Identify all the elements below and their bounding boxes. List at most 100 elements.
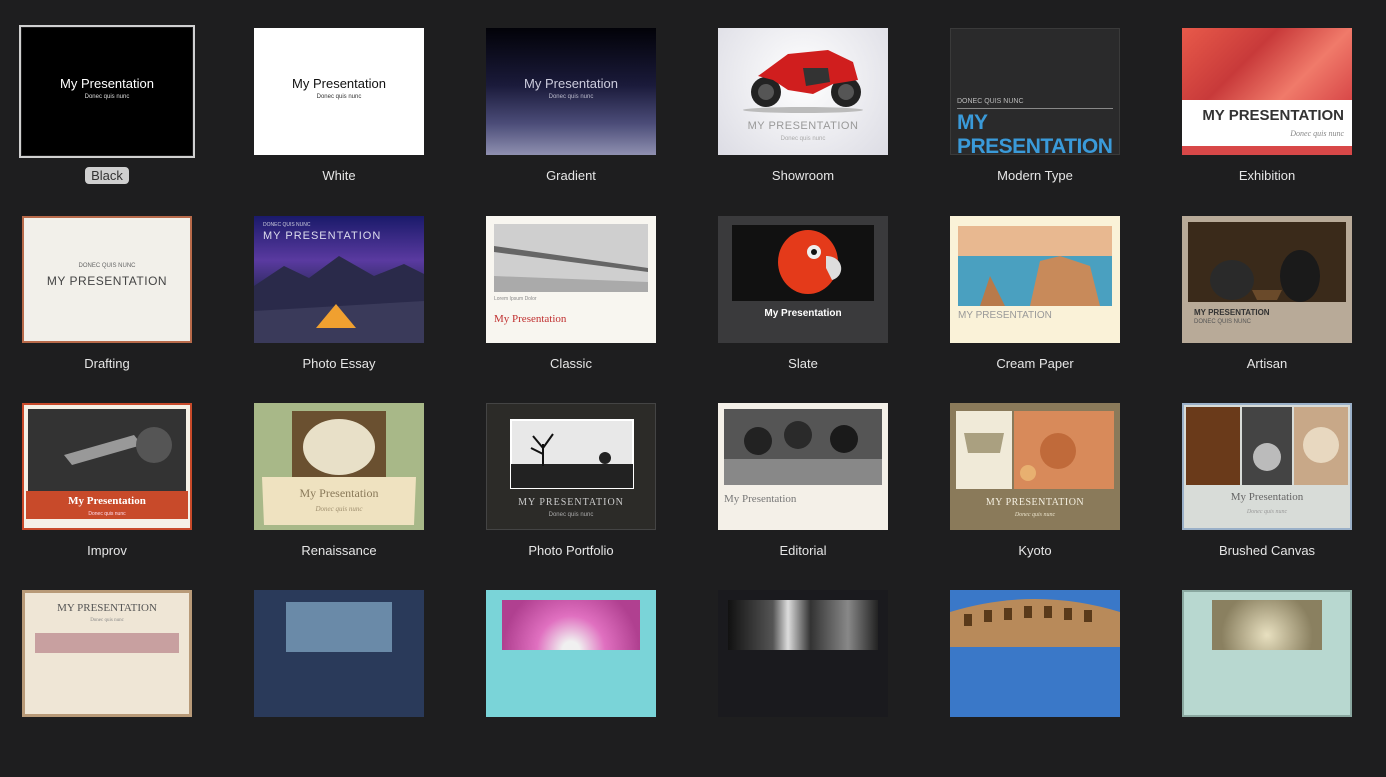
slide-subtitle: DONEC QUIS NUNC: [263, 222, 311, 228]
theme-chooser-grid: My Presentation Donec quis nunc Black My…: [0, 0, 1386, 717]
abstract-photo-image: [728, 600, 878, 650]
theme-modern-type[interactable]: DONEC QUIS NUNC MY PRESENTATION Modern T…: [928, 28, 1160, 215]
slide-subtitle: Donec quis nunc: [548, 94, 594, 100]
slide-title: MY PRESENTATION: [957, 111, 1113, 155]
theme-brushed-canvas[interactable]: My Presentation Donec quis nunc Brushed …: [1160, 403, 1386, 590]
theme-label: Improv: [87, 543, 127, 558]
theme-thumbnail[interactable]: DONEC QUIS NUNC MY PRESENTATION: [254, 216, 424, 343]
theme-row4-2[interactable]: [232, 590, 464, 777]
theme-thumbnail[interactable]: My Presentation Donec quis nunc: [1182, 403, 1352, 530]
theme-thumbnail[interactable]: MY PRESENTATION Donec quis nunc: [1182, 28, 1352, 155]
slide-title: My Presentation: [764, 308, 842, 319]
theme-label: Drafting: [84, 356, 130, 371]
theme-thumbnail[interactable]: MY PRESENTATION Donec quis nunc: [486, 403, 656, 530]
theme-thumbnail[interactable]: My Presentation Donec quis nunc: [19, 25, 195, 158]
slide-title: My Presentation: [299, 486, 379, 500]
theme-label: Kyoto: [1018, 543, 1052, 558]
slide-title: MY PRESENTATION: [57, 602, 157, 614]
slide-title: My Presentation: [524, 76, 618, 91]
theme-thumbnail[interactable]: MY PRESENTATION Donec quis nunc: [22, 590, 192, 717]
theme-label: Exhibition: [1238, 168, 1296, 183]
theme-label: White: [322, 168, 356, 183]
divider: [957, 108, 1113, 109]
theme-thumbnail[interactable]: My Presentation: [718, 216, 888, 343]
theme-black[interactable]: My Presentation Donec quis nunc Black: [0, 25, 232, 215]
theme-thumbnail[interactable]: My Presentation Donec quis nunc: [254, 28, 424, 155]
theme-label: Photo Essay: [302, 356, 376, 371]
theme-artisan[interactable]: MY PRESENTATION DONEC QUIS NUNC Artisan: [1160, 216, 1386, 403]
theme-editorial[interactable]: My Presentation Editorial: [696, 403, 928, 590]
theme-thumbnail[interactable]: DONEC QUIS NUNC MY PRESENTATION: [22, 216, 192, 343]
theme-label: Photo Portfolio: [528, 543, 614, 558]
theme-photo-portfolio[interactable]: MY PRESENTATION Donec quis nunc Photo Po…: [464, 403, 696, 590]
theme-thumbnail[interactable]: My Presentation Donec quis nunc: [254, 403, 424, 530]
dandelion-image: [1212, 600, 1322, 650]
theme-renaissance[interactable]: My Presentation Donec quis nunc Renaissa…: [232, 403, 464, 590]
slide-subtitle: Donec quis nunc: [1246, 509, 1288, 515]
slide-subtitle: DONEC QUIS NUNC: [1194, 319, 1252, 325]
theme-thumbnail[interactable]: [486, 590, 656, 717]
theme-showroom[interactable]: MY PRESENTATION Donec quis nunc Showroom: [696, 28, 928, 215]
slide-subtitle: Donec quis nunc: [315, 505, 363, 513]
theme-label: Black: [22, 167, 192, 184]
theme-exhibition[interactable]: MY PRESENTATION Donec quis nunc Exhibiti…: [1160, 28, 1386, 215]
theme-label: Brushed Canvas: [1218, 543, 1316, 558]
city-image: [35, 633, 179, 653]
slide-title: My Presentation: [60, 76, 154, 91]
theme-thumbnail[interactable]: MY PRESENTATION: [950, 216, 1120, 343]
theme-label: Gradient: [546, 168, 596, 183]
colosseum-image: [950, 599, 1120, 647]
theme-thumbnail[interactable]: [950, 590, 1120, 717]
flower-image: [502, 600, 640, 650]
theme-drafting[interactable]: DONEC QUIS NUNC MY PRESENTATION Drafting: [0, 216, 232, 403]
slide-title: MY PRESENTATION: [985, 497, 1085, 508]
theme-slate[interactable]: My Presentation Slate: [696, 216, 928, 403]
slide-title: My Presentation: [68, 495, 146, 507]
theme-thumbnail[interactable]: [254, 590, 424, 717]
theme-photo-essay[interactable]: DONEC QUIS NUNC MY PRESENTATION Photo Es…: [232, 216, 464, 403]
abstract-pattern-image: [1182, 28, 1352, 100]
theme-row4-5[interactable]: [928, 590, 1160, 777]
theme-thumbnail[interactable]: [718, 590, 888, 717]
bottom-band: [1182, 146, 1352, 155]
theme-cream-paper[interactable]: MY PRESENTATION Cream Paper: [928, 216, 1160, 403]
tea-set-image: [956, 411, 1114, 489]
slide-subtitle: Donec quis nunc: [316, 94, 362, 100]
theme-thumbnail[interactable]: DONEC QUIS NUNC MY PRESENTATION: [950, 28, 1120, 155]
theme-thumbnail[interactable]: My Presentation Donec quis nunc: [486, 28, 656, 155]
theme-row4-4[interactable]: [696, 590, 928, 777]
theme-kyoto[interactable]: MY PRESENTATION Donec quis nunc Kyoto: [928, 403, 1160, 590]
slide-subtitle: Donec quis nunc: [780, 136, 826, 142]
theme-row4-6[interactable]: [1160, 590, 1386, 777]
theme-classic[interactable]: Lorem Ipsum Dolor My Presentation Classi…: [464, 216, 696, 403]
theme-row4-1[interactable]: MY PRESENTATION Donec quis nunc: [0, 590, 232, 777]
slide-subtitle: Donec quis nunc: [88, 511, 126, 517]
theme-white[interactable]: My Presentation Donec quis nunc White: [232, 28, 464, 215]
theme-thumbnail[interactable]: My Presentation Donec quis nunc: [22, 403, 192, 530]
theme-thumbnail[interactable]: MY PRESENTATION Donec quis nunc: [950, 403, 1120, 530]
slide-subtitle: Donec quis nunc: [1014, 512, 1056, 518]
slide-title: MY PRESENTATION: [518, 497, 624, 508]
slide-title: MY PRESENTATION: [46, 274, 168, 288]
theme-thumbnail[interactable]: MY PRESENTATION DONEC QUIS NUNC: [1182, 216, 1352, 343]
slide-title: My Presentation: [724, 493, 797, 505]
theme-thumbnail[interactable]: Lorem Ipsum Dolor My Presentation: [486, 216, 656, 343]
slide-subtitle: Donec quis nunc: [84, 94, 130, 100]
slide-title: My Presentation: [494, 313, 567, 325]
theme-gradient[interactable]: My Presentation Donec quis nunc Gradient: [464, 28, 696, 215]
slide-title: My Presentation: [292, 76, 386, 91]
theme-thumbnail[interactable]: My Presentation: [718, 403, 888, 530]
slide-subtitle: Donec quis nunc: [1290, 129, 1344, 138]
theme-label: Slate: [788, 356, 818, 371]
theme-label: Showroom: [771, 168, 835, 183]
theme-thumbnail[interactable]: MY PRESENTATION Donec quis nunc: [718, 28, 888, 155]
slide-title: MY PRESENTATION: [263, 230, 382, 242]
coastal-town-image: [286, 602, 392, 652]
theme-row4-3[interactable]: [464, 590, 696, 777]
parrot-image: [732, 225, 874, 301]
slide-title: MY PRESENTATION: [747, 120, 859, 132]
children-photo-image: [724, 409, 882, 485]
slide-title: MY PRESENTATION: [1194, 308, 1270, 317]
theme-thumbnail[interactable]: [1182, 590, 1352, 717]
theme-improv[interactable]: My Presentation Donec quis nunc Improv: [0, 403, 232, 590]
